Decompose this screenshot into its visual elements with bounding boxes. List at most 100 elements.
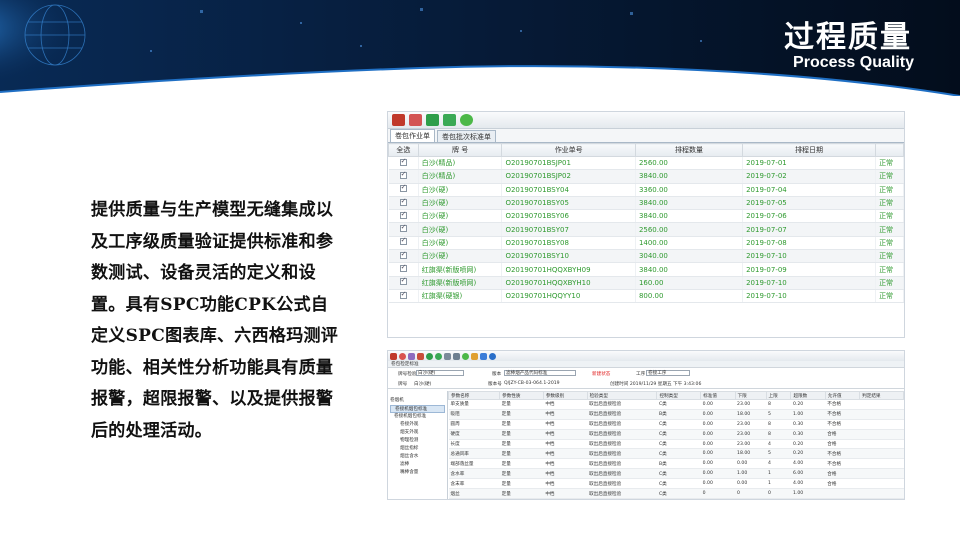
column-header[interactable] xyxy=(875,143,904,157)
table-cell: C类 xyxy=(656,468,701,480)
table-cell: C类 xyxy=(656,478,701,490)
checkbox-icon[interactable] xyxy=(399,276,407,286)
table-row[interactable]: 烟丝 定量 中档 取出后直接检验 C类 0 0 0 1.00 xyxy=(448,488,904,499)
table-row[interactable]: 吸阻 定量 中档 取出后直接检验 B类 0.00 18.00 5 1.00 不合格 xyxy=(448,409,904,420)
column-header[interactable]: 判定结果 xyxy=(859,391,904,400)
table-row[interactable]: 红旗渠(新版喷网)O20190701HQQXBYH10160.002019-07… xyxy=(388,276,904,290)
tree-node[interactable]: 卷接机烟包标准 xyxy=(390,405,445,413)
row-checkbox[interactable] xyxy=(388,183,419,197)
column-header[interactable]: 下限 xyxy=(734,391,767,400)
checkbox-icon[interactable] xyxy=(399,157,407,166)
table-row[interactable]: 端部落丝量 定量 中档 取出后直接检验 B类 0.00 0.00 4 4.00 不合格 xyxy=(448,458,904,470)
table-cell: 0 xyxy=(766,488,791,499)
checkbox-icon[interactable] xyxy=(399,197,407,206)
print-preview-icon[interactable] xyxy=(409,114,422,126)
refresh-alt-icon[interactable] xyxy=(443,114,456,126)
close-icon[interactable] xyxy=(399,352,406,360)
delete-icon[interactable] xyxy=(390,352,397,360)
table-cell: 定量 xyxy=(499,409,544,420)
info-icon[interactable] xyxy=(489,352,496,360)
checkbox-icon[interactable] xyxy=(399,170,407,179)
table-row[interactable]: 总通风率 定量 中档 取出后直接检验 C类 0.00 18.00 5 0.20 不合格 xyxy=(448,448,904,460)
export-icon[interactable] xyxy=(480,352,487,360)
table-row[interactable]: 圆周 定量 中档 取出后直接检验 C类 0.00 23.00 8 0.30 不合格 xyxy=(448,419,904,430)
list-icon[interactable] xyxy=(453,352,460,360)
table-cell xyxy=(859,439,904,450)
checkbox-icon[interactable] xyxy=(399,210,407,219)
table-row[interactable]: 白沙(精品)O20190701BSJP023840.002019-07-02正常 xyxy=(388,169,904,184)
import-icon[interactable] xyxy=(471,352,478,360)
table-row[interactable]: 白沙(硬)O20190701BSY081400.002019-07-08正常 xyxy=(388,236,904,251)
table-row[interactable]: 红旗渠(新版喷网)O20190701HQQXBYH093840.002019-0… xyxy=(388,262,904,277)
brand-select[interactable]: 白沙(硬) xyxy=(416,370,464,376)
table-row[interactable]: 白沙(硬)O20190701BSY103040.002019-07-10正常 xyxy=(388,249,904,264)
column-header[interactable]: 参数性质 xyxy=(499,391,544,400)
column-header[interactable]: 参数名称 xyxy=(447,391,501,400)
row-checkbox[interactable] xyxy=(388,262,419,277)
go-icon[interactable] xyxy=(460,114,473,126)
row-checkbox[interactable] xyxy=(388,236,419,251)
checkbox-icon[interactable] xyxy=(399,290,407,299)
tree-node[interactable]: 滤棒 xyxy=(390,461,445,469)
column-header[interactable]: 作业单号 xyxy=(501,143,636,157)
table-row[interactable]: 单支质量 定量 中档 取出后直接检验 C类 0.00 23.00 8 0.20 不合格 xyxy=(448,399,904,410)
tree-node[interactable]: 烟丝指标 xyxy=(390,445,445,453)
column-header[interactable]: 检验类型 xyxy=(586,391,658,400)
row-checkbox[interactable] xyxy=(388,249,419,264)
table-row[interactable]: 含水率 定量 中档 取出后直接检验 C类 0.00 1.00 1 6.00 合格 xyxy=(448,468,904,480)
grid-icon[interactable] xyxy=(444,352,451,360)
column-header[interactable]: 上限 xyxy=(765,391,792,400)
table-row[interactable]: 红旗渠(硬银)O20190701HQQYY10800.002019-07-10正… xyxy=(388,289,904,304)
tree-node[interactable]: 烟丝含水 xyxy=(390,453,445,461)
tree-node[interactable]: 嘴棒含量 xyxy=(390,469,445,477)
table-cell: 4 xyxy=(766,439,791,450)
row-checkbox[interactable] xyxy=(388,196,419,211)
table-row[interactable]: 白沙(硬)O20190701BSY043360.002019-07-04正常 xyxy=(388,183,904,197)
tree-node[interactable]: 物理检测 xyxy=(390,437,445,445)
refresh-icon[interactable] xyxy=(426,352,433,360)
table-row[interactable]: 长度 定量 中档 取出后直接检验 C类 0.00 23.00 4 0.20 合格 xyxy=(448,439,904,450)
tree-node[interactable]: 卷接外观 xyxy=(390,421,445,429)
row-checkbox[interactable] xyxy=(388,289,419,304)
column-header[interactable]: 排程日期 xyxy=(742,143,877,157)
table-row[interactable]: 硬度 定量 中档 取出后直接检验 C类 0.00 23.00 8 0.30 合格 xyxy=(448,429,904,440)
row-checkbox[interactable] xyxy=(388,276,419,290)
column-header[interactable]: 标准值 xyxy=(700,391,736,400)
version-select[interactable]: 滤棒烟产品代码标准 xyxy=(504,370,576,376)
tab-work-order[interactable]: 卷包作业单 xyxy=(390,129,435,142)
table-cell: 23.00 xyxy=(735,439,766,450)
tree-node[interactable]: 卷烟机 xyxy=(390,397,445,405)
table-row[interactable]: 白沙(硬)O20190701BSY063840.002019-07-06正常 xyxy=(388,209,904,224)
table-row[interactable]: 含末率 定量 中档 取出后直接检验 C类 0.00 0.00 1 4.00 合格 xyxy=(448,478,904,490)
process-select[interactable]: 卷接工序 xyxy=(646,370,690,376)
column-header[interactable]: 参数级别 xyxy=(542,391,588,400)
go-icon[interactable] xyxy=(462,352,469,360)
column-header[interactable]: 控制类型 xyxy=(656,391,702,400)
column-header[interactable]: 排程数量 xyxy=(634,143,744,157)
refresh-icon[interactable] xyxy=(426,114,439,126)
column-header[interactable]: 超限数 xyxy=(790,391,826,400)
table-row[interactable]: 白沙(硬)O20190701BSY072560.002019-07-07正常 xyxy=(388,222,904,237)
row-checkbox[interactable] xyxy=(388,222,419,237)
row-checkbox[interactable] xyxy=(388,209,419,224)
check-icon[interactable] xyxy=(435,352,442,360)
table-row[interactable]: 白沙(精品)O20190701BSJP012560.002019-07-01正常 xyxy=(388,156,904,171)
checkbox-icon[interactable] xyxy=(399,183,407,193)
row-checkbox[interactable] xyxy=(388,156,419,171)
checkbox-icon[interactable] xyxy=(399,250,407,259)
select-all-header[interactable]: 全选 xyxy=(388,143,419,157)
column-header[interactable]: 允许值 xyxy=(824,391,861,400)
row-checkbox[interactable] xyxy=(388,169,419,184)
checkbox-icon[interactable] xyxy=(399,263,407,273)
filter-form: 牌号检验 白沙(硬) 版本 滤棒烟产品代码标准 新建状态 工序 卷接工序 牌号 … xyxy=(388,368,904,389)
table-row[interactable]: 白沙(硬)O20190701BSY053840.002019-07-05正常 xyxy=(388,196,904,211)
tab-batch-standard[interactable]: 卷包批次标准单 xyxy=(437,130,496,142)
tree-node[interactable]: 烟支外观 xyxy=(390,429,445,437)
print-icon[interactable] xyxy=(392,114,405,126)
column-header[interactable]: 牌 号 xyxy=(417,143,503,157)
checkbox-icon[interactable] xyxy=(399,236,407,246)
tree-node[interactable]: 卷接机烟包标准 xyxy=(390,413,445,421)
save-icon[interactable] xyxy=(408,352,415,360)
checkbox-icon[interactable] xyxy=(399,223,407,233)
cut-icon[interactable] xyxy=(417,352,424,360)
